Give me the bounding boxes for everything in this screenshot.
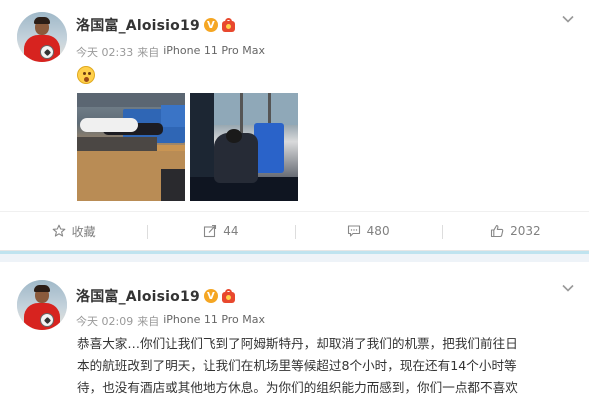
repost-icon [203,224,217,238]
chevron-down-icon[interactable] [561,12,575,26]
comment-count: 480 [366,224,390,238]
post-time[interactable]: 今天 02:09 [76,313,133,329]
member-badge-icon [220,289,237,303]
post-photo-2[interactable] [190,93,298,201]
favorite-button[interactable]: 收藏 [0,212,147,251]
member-badge-icon [220,18,237,32]
post-meta: 今天 02:09 来自 iPhone 11 Pro Max [76,313,265,329]
feed-separator [0,250,589,262]
star-icon [52,224,66,238]
surprised-emoji-icon [77,66,95,84]
post-photo-1[interactable] [77,93,185,201]
vip-badge-icon: V [203,18,218,32]
vip-badge-icon: V [203,289,218,303]
post-time[interactable]: 今天 02:33 [76,44,133,60]
like-button[interactable]: 2032 [441,212,589,251]
weibo-post: 洛国富_Aloisio19 V 今天 02:09 来自 iPhone 11 Pr… [0,262,589,402]
chevron-down-icon[interactable] [561,280,575,294]
comment-button[interactable]: 480 [294,212,442,251]
source-device: iPhone 11 Pro Max [163,44,266,57]
author-row: 洛国富_Aloisio19 V [76,15,237,35]
post-body-text: 恭喜大家…你们让我们飞到了阿姆斯特丹，却取消了我们的机票，把我们前往日 本的航班… [77,333,577,399]
post-action-bar: 收藏 44 480 2032 [0,211,589,250]
author-row: 洛国富_Aloisio19 V [76,286,237,306]
post-text-line: 本的航班改到了明天，让我们在机场里等候超过8个小时，现在还有14个小时等 [77,358,517,373]
weibo-post: 洛国富_Aloisio19 V 今天 02:33 来自 iPhone 11 Pr… [0,0,589,250]
comment-icon [347,224,361,238]
author-name[interactable]: 洛国富_Aloisio19 [76,15,200,35]
author-name[interactable]: 洛国富_Aloisio19 [76,286,200,306]
post-meta: 今天 02:33 来自 iPhone 11 Pro Max [76,44,265,60]
source-device: iPhone 11 Pro Max [163,313,266,326]
thumbs-up-icon [490,224,504,238]
repost-count: 44 [223,224,239,238]
author-avatar[interactable] [17,12,67,62]
favorite-label: 收藏 [71,224,96,239]
author-avatar[interactable] [17,280,67,330]
source-prefix: 来自 [137,315,160,328]
post-text-line: 恭喜大家…你们让我们飞到了阿姆斯特丹，却取消了我们的机票，把我们前往日 [77,336,518,351]
source-prefix: 来自 [137,46,160,59]
repost-button[interactable]: 44 [147,212,294,251]
like-count: 2032 [510,224,541,238]
post-text-line: 待，也没有酒店或其他地方休息。为你们的组织能力而感到，你们一点都不喜欢 [77,380,518,395]
